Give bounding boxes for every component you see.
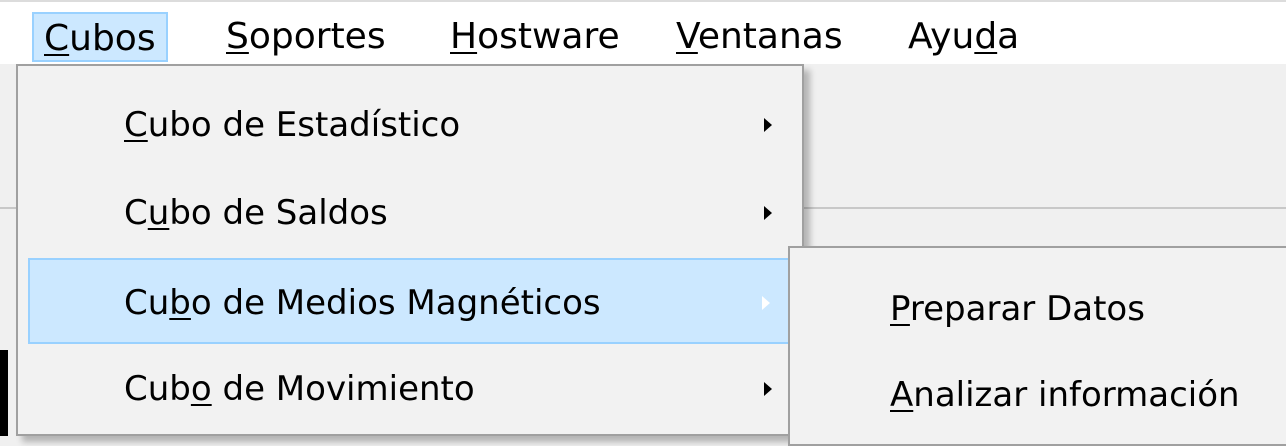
menu-item-label: Cubo de Estadístico bbox=[124, 105, 461, 145]
menu-item-cubo-medios-magneticos[interactable]: Cubo de Medios Magnéticos bbox=[28, 258, 792, 344]
menu-item-label: Analizar información bbox=[890, 375, 1240, 415]
window-left-edge bbox=[0, 350, 8, 436]
menu-hostware[interactable]: Hostware bbox=[440, 12, 630, 62]
submenu-arrow-icon bbox=[764, 118, 772, 132]
submenu-arrow-icon bbox=[764, 206, 772, 220]
menu-ayuda[interactable]: Ayuda bbox=[898, 12, 1029, 62]
menu-ventanas[interactable]: Ventanas bbox=[666, 12, 853, 62]
submenu-arrow-icon bbox=[764, 382, 772, 396]
menu-item-label: Cubo de Saldos bbox=[124, 193, 388, 233]
cubos-dropdown: Cubo de Estadístico Cubo de Saldos Cubo … bbox=[16, 64, 804, 436]
menu-bar: Cubos Soportes Hostware Ventanas Ayuda bbox=[0, 0, 1286, 64]
menu-item-preparar-datos[interactable]: Preparar Datos bbox=[790, 266, 1286, 352]
menu-cubos[interactable]: Cubos bbox=[32, 12, 168, 62]
medios-magneticos-submenu: Preparar Datos Analizar información bbox=[788, 246, 1286, 446]
menu-item-analizar-informacion[interactable]: Analizar información bbox=[790, 352, 1286, 438]
menu-item-label: Cubo de Medios Magnéticos bbox=[124, 283, 601, 323]
menu-item-label: Cubo de Movimiento bbox=[124, 369, 475, 409]
menu-item-cubo-saldos[interactable]: Cubo de Saldos bbox=[28, 170, 792, 256]
menu-item-cubo-movimiento[interactable]: Cubo de Movimiento bbox=[28, 346, 792, 432]
submenu-arrow-icon bbox=[762, 296, 770, 310]
menu-item-label: Preparar Datos bbox=[890, 289, 1145, 329]
menu-item-cubo-estadistico[interactable]: Cubo de Estadístico bbox=[28, 82, 792, 168]
menu-soportes[interactable]: Soportes bbox=[216, 12, 396, 62]
